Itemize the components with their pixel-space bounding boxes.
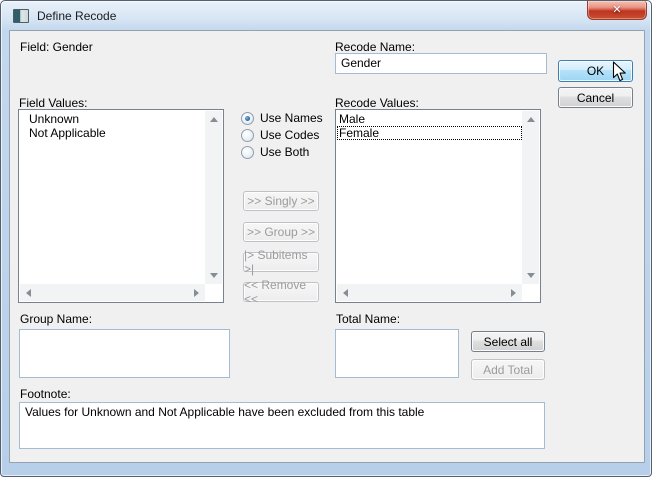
scroll-right-icon[interactable]: [188, 284, 205, 301]
close-button[interactable]: ✕: [587, 1, 647, 20]
radio-label: Use Codes: [260, 128, 319, 142]
remove-button[interactable]: << Remove <<: [243, 282, 319, 302]
list-item[interactable]: Female: [337, 126, 522, 140]
app-icon: [13, 9, 29, 23]
window-title: Define Recode: [37, 9, 116, 23]
scroll-left-icon[interactable]: [20, 284, 37, 301]
scroll-down-icon[interactable]: [205, 267, 222, 284]
total-name-label: Total Name:: [336, 312, 400, 326]
field-values-listbox[interactable]: Unknown Not Applicable: [18, 109, 224, 303]
radio-label: Use Both: [260, 145, 309, 159]
field-values-label: Field Values:: [19, 96, 87, 110]
add-total-button[interactable]: Add Total: [471, 359, 545, 380]
list-item[interactable]: Not Applicable: [20, 126, 205, 140]
scroll-up-icon[interactable]: [205, 111, 222, 128]
cancel-button[interactable]: Cancel: [558, 87, 633, 108]
recode-values-listbox[interactable]: Male Female: [335, 109, 541, 303]
recode-values-label: Recode Values:: [335, 96, 419, 110]
recode-name-input[interactable]: Gender: [335, 53, 547, 74]
total-name-input[interactable]: [335, 329, 459, 378]
radio-button-icon[interactable]: [241, 146, 254, 159]
scroll-up-icon[interactable]: [522, 111, 539, 128]
close-icon: ✕: [612, 5, 621, 16]
recode-name-label: Recode Name:: [335, 40, 415, 54]
group-name-label: Group Name:: [20, 312, 92, 326]
title-bar[interactable]: Define Recode: [1, 1, 651, 30]
group-button[interactable]: >> Group >>: [243, 222, 319, 242]
radio-button-icon[interactable]: [241, 129, 254, 142]
select-all-button[interactable]: Select all: [471, 331, 545, 352]
footnote-label: Footnote:: [20, 387, 71, 401]
radio-use-codes[interactable]: Use Codes: [241, 128, 319, 142]
horizontal-scrollbar[interactable]: [20, 284, 205, 301]
mouse-cursor-icon: [612, 61, 627, 83]
define-recode-dialog: Define Recode ✕ Field: Gender Recode Nam…: [0, 0, 652, 477]
radio-label: Use Names: [260, 111, 323, 125]
radio-use-both[interactable]: Use Both: [241, 145, 309, 159]
radio-button-icon[interactable]: [241, 112, 254, 125]
singly-button[interactable]: >> Singly >>: [243, 191, 319, 211]
list-item[interactable]: Unknown: [20, 112, 205, 126]
group-name-input[interactable]: [19, 329, 230, 378]
radio-use-names[interactable]: Use Names: [241, 111, 323, 125]
vertical-scrollbar[interactable]: [522, 111, 539, 284]
scroll-left-icon[interactable]: [337, 284, 354, 301]
list-item[interactable]: Male: [337, 112, 522, 126]
scroll-right-icon[interactable]: [505, 284, 522, 301]
field-label: Field: Gender: [20, 40, 93, 54]
footnote-input[interactable]: Values for Unknown and Not Applicable ha…: [19, 402, 545, 449]
vertical-scrollbar[interactable]: [205, 111, 222, 284]
horizontal-scrollbar[interactable]: [337, 284, 522, 301]
scroll-down-icon[interactable]: [522, 267, 539, 284]
subitems-button[interactable]: |> Subitems >|: [243, 252, 319, 272]
